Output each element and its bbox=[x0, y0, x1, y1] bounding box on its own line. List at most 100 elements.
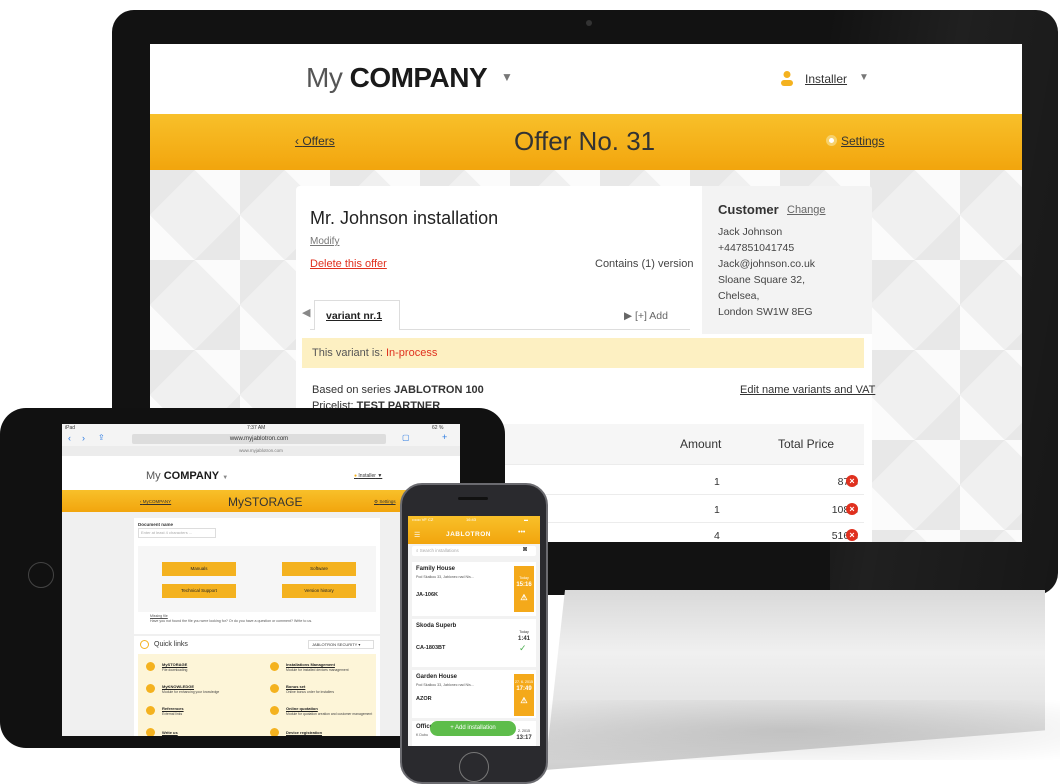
link-icon bbox=[140, 640, 149, 649]
row-1-delete-icon[interactable]: × bbox=[846, 475, 858, 487]
link-online-quotation-desc: Module for quotation creation and custom… bbox=[286, 712, 373, 716]
warning-icon: ⚠ bbox=[520, 593, 528, 602]
missing-file-link[interactable]: Missing file bbox=[150, 614, 168, 618]
phone-home-button[interactable] bbox=[459, 752, 489, 782]
tab-prev-icon[interactable]: ◀ bbox=[302, 306, 310, 319]
tablet-time: 7:37 AM bbox=[247, 425, 266, 431]
installations-search-input[interactable]: ⌕ Search installations bbox=[412, 546, 536, 556]
warning-icon: ⚠ bbox=[520, 696, 528, 705]
mail-icon bbox=[146, 728, 155, 736]
column-total-price: Total Price bbox=[778, 437, 835, 451]
link-bonus-set[interactable]: Bonus set bbox=[286, 684, 305, 689]
tablet-status-bar: iPad 7:37 AM 62 % bbox=[62, 424, 460, 432]
link-myknowledge[interactable]: MyKNOWLEDGE bbox=[162, 684, 194, 689]
row-1-amount: 1 bbox=[714, 476, 720, 488]
new-tab-icon[interactable]: + bbox=[442, 432, 447, 442]
status-day: Today bbox=[519, 630, 529, 634]
camera-icon[interactable]: ◙ bbox=[523, 546, 527, 553]
link-device-registration[interactable]: Device registration bbox=[286, 730, 322, 735]
delete-offer-link[interactable]: Delete this offer bbox=[310, 258, 387, 270]
edit-variants-vat-link[interactable]: Edit name variants and VAT bbox=[740, 384, 875, 396]
settings-link[interactable]: Settings bbox=[826, 134, 884, 148]
product-mockup-stage: My COMPANY ▼ Installer ▼ ‹ Offers Offer … bbox=[0, 0, 1062, 784]
installation-name: Garden House bbox=[416, 674, 458, 680]
phone-status-bar: •••oo VF CZ 16:43 ▬ bbox=[410, 517, 538, 523]
link-installations[interactable]: Installations Management bbox=[286, 662, 335, 667]
tablet-page-title: MySTORAGE bbox=[228, 495, 303, 509]
more-options-icon[interactable]: ••• bbox=[518, 529, 525, 536]
tablet-settings-link[interactable]: ⚙ Settings bbox=[374, 499, 396, 505]
phone-speaker bbox=[458, 497, 488, 500]
customer-change-link[interactable]: Change bbox=[787, 204, 826, 216]
row-3-delete-icon[interactable]: × bbox=[846, 529, 858, 541]
tablet-battery: 62 % bbox=[432, 425, 444, 431]
offer-name: Mr. Johnson installation bbox=[310, 208, 499, 228]
company-dropdown-icon[interactable]: ▼ bbox=[501, 70, 513, 84]
user-dropdown-icon[interactable]: ▼ bbox=[859, 72, 869, 83]
add-installation-button[interactable]: + Add installation bbox=[430, 721, 516, 736]
column-amount: Amount bbox=[680, 437, 722, 451]
download-icon bbox=[146, 662, 155, 671]
link-mystorage[interactable]: MySTORAGE bbox=[162, 662, 187, 667]
forward-icon[interactable]: › bbox=[82, 433, 85, 443]
installation-address: Pod Skalkou 33, Jablonec nad Nis... bbox=[416, 575, 474, 579]
tablet-company-logo[interactable]: My COMPANY ▼ bbox=[146, 470, 228, 482]
add-variant-tab[interactable]: ▶ [+] Add bbox=[624, 310, 668, 322]
quick-links-title: Quick links bbox=[154, 641, 188, 648]
link-installations-desc: Module for installed devices management bbox=[286, 668, 349, 672]
row-2-amount: 1 bbox=[714, 504, 720, 516]
version-count: Contains (1) version bbox=[595, 258, 694, 270]
software-button[interactable]: Software bbox=[282, 562, 356, 576]
gear-icon: ⚙ bbox=[374, 499, 379, 504]
tablet-home-button[interactable] bbox=[28, 562, 54, 588]
back-to-offers-link[interactable]: ‹ Offers bbox=[295, 134, 335, 148]
link-bonus-set-desc: Online bonus order for installers bbox=[286, 690, 335, 694]
link-online-quotation[interactable]: Online quotation bbox=[286, 706, 318, 711]
row-2-delete-icon[interactable]: × bbox=[846, 503, 858, 515]
user-menu-link[interactable]: Installer bbox=[805, 72, 847, 86]
link-mystorage-desc: File downloading bbox=[162, 668, 188, 672]
installation-code: AZOR bbox=[416, 696, 432, 702]
alert-day: Today bbox=[519, 576, 529, 580]
manuals-button[interactable]: Manuals bbox=[162, 562, 236, 576]
camera-dot bbox=[586, 20, 592, 26]
company-logo[interactable]: My COMPANY bbox=[306, 62, 488, 94]
tablet-back-link[interactable]: ‹ MyCOMPANY bbox=[140, 499, 171, 504]
share-icon[interactable]: ⇪ bbox=[98, 433, 105, 442]
battery-icon: ▬ bbox=[524, 517, 528, 522]
hamburger-menu-icon[interactable]: ☰ bbox=[414, 531, 420, 539]
brand-select[interactable]: JABLOTRON SECURITY ▾ bbox=[308, 640, 374, 649]
missing-file-text: Have you not found the file you were loo… bbox=[150, 619, 313, 623]
external-link-icon bbox=[146, 706, 155, 715]
link-references-desc: External links bbox=[162, 712, 183, 716]
quotation-icon bbox=[270, 706, 279, 715]
installation-alert-badge bbox=[514, 566, 534, 612]
bookmarks-icon[interactable]: ▢ bbox=[402, 433, 410, 442]
customer-name: Jack Johnson bbox=[718, 226, 783, 238]
device-icon bbox=[270, 728, 279, 736]
customer-email: Jack@johnson.co.uk bbox=[718, 258, 816, 270]
tablet-app-header bbox=[62, 456, 460, 488]
browser-tab-strip[interactable]: www.myjablotron.com bbox=[62, 446, 460, 456]
alert-day: 27. 6. 2015 bbox=[515, 680, 533, 684]
tab-variant-1-label[interactable]: variant nr.1 bbox=[326, 310, 382, 322]
desktop-header bbox=[150, 44, 1022, 114]
doc-name-input[interactable]: Enter at least 4 characters ... bbox=[138, 528, 216, 538]
status-day: 2. 2015 bbox=[518, 729, 530, 733]
tablet-carrier: iPad bbox=[65, 425, 76, 431]
link-write-us[interactable]: Write us bbox=[162, 730, 178, 735]
phone-time: 16:43 bbox=[466, 517, 477, 522]
series-info: Based on series JABLOTRON 100 bbox=[312, 384, 484, 396]
technical-support-button[interactable]: Technical Support bbox=[162, 584, 236, 598]
status-time: 1:41 bbox=[517, 636, 530, 642]
version-history-button[interactable]: Version history bbox=[282, 584, 356, 598]
row-3-amount: 4 bbox=[714, 530, 720, 542]
check-icon: ✓ bbox=[519, 643, 527, 653]
installation-code: CA-1803BT bbox=[416, 645, 446, 651]
browser-address-bar[interactable]: www.myjablotron.com bbox=[132, 434, 386, 444]
gear-icon bbox=[270, 662, 279, 671]
tablet-user-link[interactable]: ● Installer ▼ bbox=[354, 473, 382, 479]
back-icon[interactable]: ‹ bbox=[68, 433, 71, 443]
link-references[interactable]: References bbox=[162, 706, 184, 711]
modify-link[interactable]: Modify bbox=[310, 236, 339, 247]
